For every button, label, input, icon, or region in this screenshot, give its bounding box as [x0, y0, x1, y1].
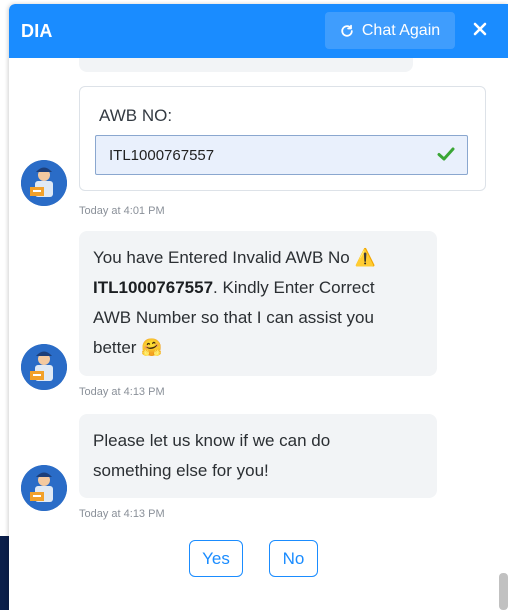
- awb-number-bold: ITL1000767557: [93, 278, 214, 297]
- message-timestamp: Today at 4:13 PM: [79, 508, 165, 520]
- message-timestamp: Today at 4:13 PM: [79, 386, 165, 398]
- awb-field-label: AWB NO:: [99, 106, 173, 125]
- quick-reply-yes[interactable]: Yes: [189, 540, 243, 577]
- close-icon: [473, 22, 487, 41]
- chat-again-button[interactable]: Chat Again: [325, 12, 455, 49]
- chat-header: DIA Chat Again: [9, 4, 508, 58]
- awb-form-card: AWB NO: ITL1000767557: [79, 86, 486, 191]
- chat-again-label: Chat Again: [361, 21, 441, 39]
- bot-avatar-icon: [21, 160, 67, 206]
- message-text: You have Entered Invalid AWB No ⚠️: [93, 248, 376, 267]
- chat-messages: AWB NO: ITL1000767557 Today at 4:01 PM Y…: [9, 58, 508, 610]
- awb-number-value: ITL1000767557: [109, 147, 215, 164]
- quick-reply-no[interactable]: No: [269, 540, 318, 577]
- message-text: . Kindly Enter Correct: [213, 278, 375, 297]
- bot-avatar-icon: [21, 344, 67, 390]
- message-timestamp: Today at 4:01 PM: [79, 205, 165, 217]
- chat-widget: DIA Chat Again AWB NO: ITL1000767557 Tod…: [9, 4, 508, 610]
- checkmark-icon: [437, 146, 455, 167]
- bot-title: DIA: [21, 21, 53, 41]
- previous-message-bubble: [79, 58, 413, 72]
- close-button[interactable]: [467, 18, 493, 44]
- bot-message-invalid-awb: You have Entered Invalid AWB No ⚠️ ITL10…: [79, 231, 437, 376]
- message-text: Please let us know if we can do: [93, 431, 331, 450]
- refresh-icon: [340, 24, 354, 38]
- scrollbar-thumb[interactable]: [499, 573, 508, 610]
- bot-avatar-icon: [21, 465, 67, 511]
- awb-number-input[interactable]: ITL1000767557: [95, 135, 468, 175]
- message-text: better 🤗: [93, 338, 163, 357]
- message-text: something else for you!: [93, 461, 269, 480]
- message-text: AWB Number so that I can assist you: [93, 308, 374, 327]
- bot-message-followup: Please let us know if we can do somethin…: [79, 414, 437, 498]
